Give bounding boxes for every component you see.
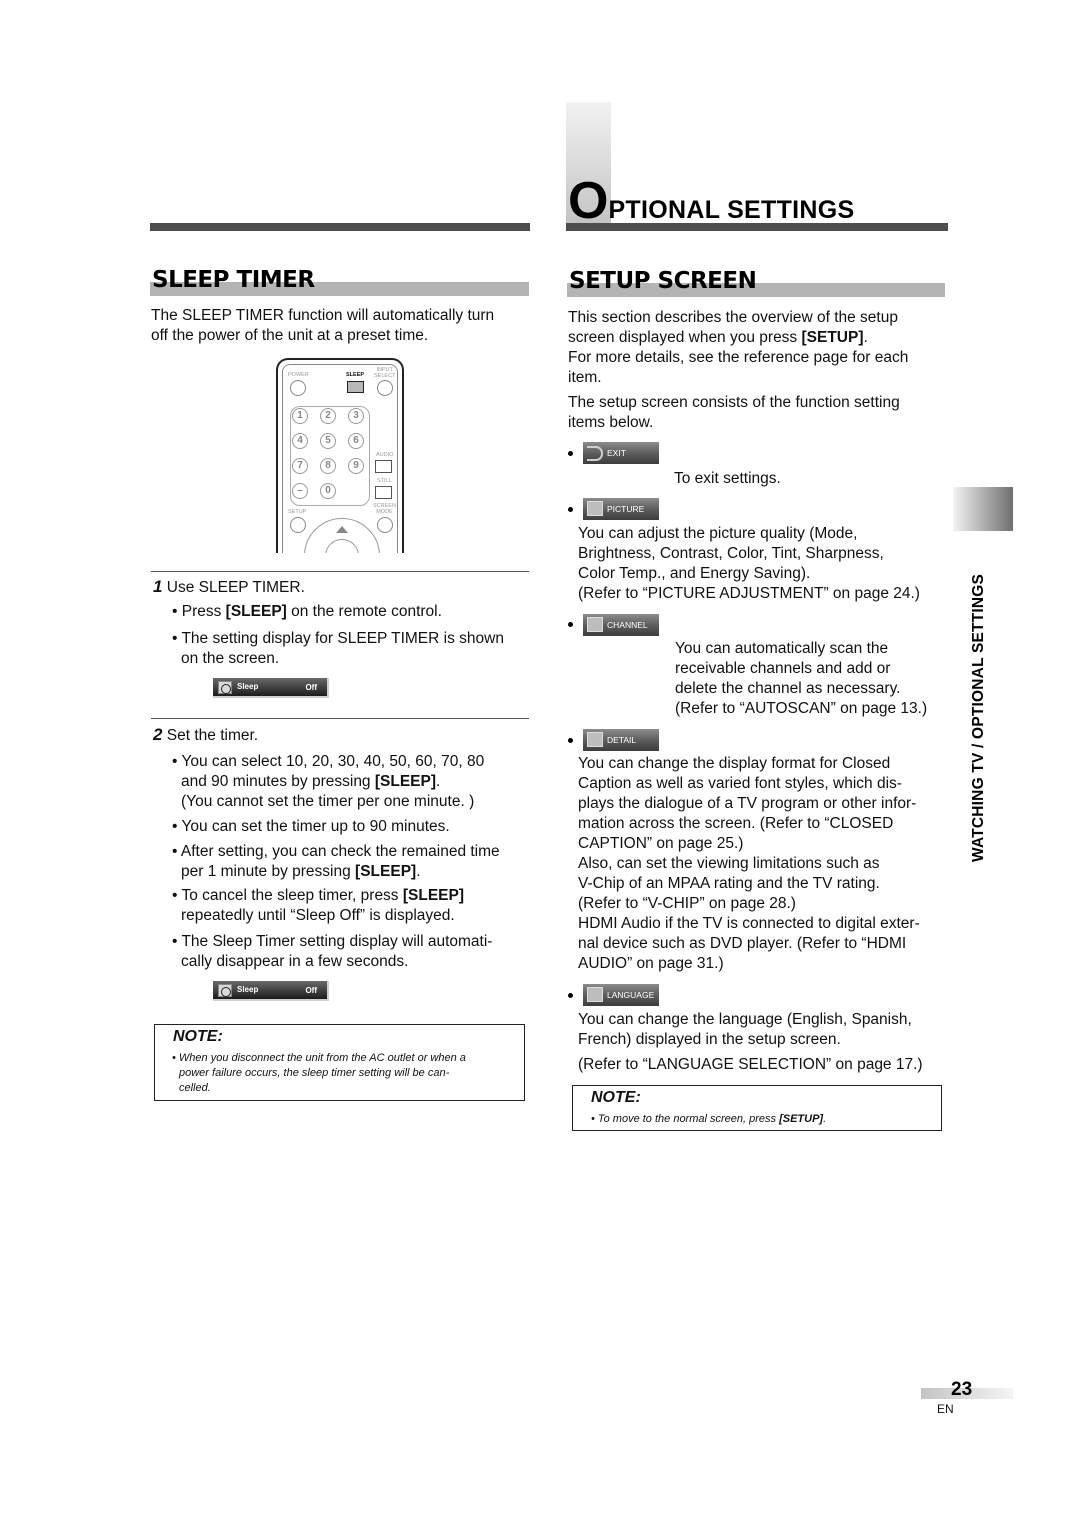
note-body: • To move to the normal screen, press [S… [591, 1113, 827, 1125]
section-side-tab [953, 487, 1013, 531]
osd-label: Sleep [237, 985, 259, 994]
page-title: OPTIONAL SETTINGS [568, 175, 855, 227]
channel-description: You can automatically scan the receivabl… [675, 640, 928, 717]
sleep-timer-heading: SLEEP TIMER [150, 266, 529, 296]
key-1: 1 [292, 408, 308, 424]
setup-screen-note: NOTE: • To move to the normal screen, pr… [572, 1085, 942, 1131]
key-8: 8 [320, 458, 336, 474]
detail-pages-icon [587, 732, 603, 747]
step-divider [151, 718, 529, 719]
screen-mode-label: SCREEN MODE [373, 503, 396, 515]
language-description: You can change the language (English, Sp… [578, 1011, 923, 1073]
channel-grid-icon [587, 617, 603, 632]
sleep-button [347, 381, 364, 393]
key-5: 5 [320, 433, 336, 449]
still-button [375, 486, 392, 499]
power-label: POWER [288, 372, 309, 378]
remote-control-illustration: POWER SLEEP INPUT SELECT 1 2 3 4 5 6 7 8… [276, 358, 404, 553]
sleep-timer-note: NOTE: • When you disconnect the unit fro… [154, 1024, 525, 1101]
up-arrow-icon [336, 526, 348, 533]
picture-icon [587, 501, 603, 516]
menu-item-language: LANGUAGE [583, 984, 659, 1006]
header-rule-left [150, 223, 530, 231]
key-7: 7 [292, 458, 308, 474]
step-number: 2 [153, 725, 163, 744]
language-icon [587, 987, 603, 1002]
step-divider [151, 571, 529, 572]
list-bullet [568, 622, 573, 627]
setup-screen-heading: SETUP SCREEN [567, 267, 945, 297]
section-side-label: WATCHING TV / OPTIONAL SETTINGS [970, 573, 987, 862]
key-9: 9 [348, 458, 364, 474]
page-title-rest: PTIONAL SETTINGS [608, 196, 855, 224]
page-number: 23 [951, 1379, 973, 1400]
step-1-bullet-2: • The setting display for SLEEP TIMER is… [172, 630, 504, 667]
step-number: 1 [153, 577, 163, 596]
list-bullet [568, 738, 573, 743]
clock-icon [218, 984, 232, 997]
page-language: EN [937, 1402, 954, 1416]
sleep-osd-display: Sleep Off [213, 678, 329, 698]
key-3: 3 [348, 408, 364, 424]
step-title: Use SLEEP TIMER. [166, 579, 305, 596]
osd-value: Off [305, 986, 317, 995]
setup-label: SETUP [288, 509, 307, 515]
menu-item-exit: EXIT [583, 442, 659, 464]
key-2: 2 [320, 408, 336, 424]
setup-screen-intro: This section describes the overview of t… [568, 309, 909, 431]
list-bullet [568, 451, 573, 456]
still-label: STILL [377, 478, 392, 484]
osd-label: Sleep [237, 682, 259, 691]
exit-description: To exit settings. [674, 470, 781, 487]
step-title: Set the timer. [166, 727, 259, 744]
sleep-timer-intro: The SLEEP TIMER function will automatica… [151, 307, 495, 344]
note-body: • When you disconnect the unit from the … [172, 1052, 466, 1094]
step-2-bullet-2: • You can set the timer up to 90 minutes… [172, 818, 450, 835]
input-select-label: INPUT SELECT [374, 367, 396, 379]
detail-description: You can change the display format for Cl… [578, 755, 920, 972]
step-2-bullet-3: • After setting, you can check the remai… [172, 843, 500, 880]
screen-mode-button [377, 517, 393, 533]
menu-item-picture: PICTURE [583, 498, 659, 520]
list-bullet [568, 507, 573, 512]
menu-item-channel: CHANNEL [583, 614, 659, 636]
input-select-button [377, 380, 393, 396]
audio-label: AUDIO [376, 452, 394, 458]
list-bullet [568, 993, 573, 998]
sleep-osd-display: Sleep Off [213, 981, 329, 1001]
step-1-bullet-1: • Press [SLEEP] on the remote control. [172, 603, 442, 620]
picture-description: You can adjust the picture quality (Mode… [578, 525, 920, 602]
header-rule-right [566, 223, 948, 231]
note-title: NOTE: [173, 1028, 223, 1045]
key-dash: – [292, 483, 308, 499]
setup-button [290, 517, 306, 533]
key-0: 0 [320, 483, 336, 499]
sleep-label: SLEEP [346, 372, 365, 378]
page-title-initial: O [568, 172, 609, 230]
osd-value: Off [305, 683, 317, 692]
key-4: 4 [292, 433, 308, 449]
note-title: NOTE: [591, 1089, 641, 1106]
power-button [290, 380, 306, 396]
clock-icon [218, 681, 232, 694]
step-2-bullet-1: • You can select 10, 20, 30, 40, 50, 60,… [172, 753, 485, 810]
audio-button [375, 460, 392, 473]
enter-button [325, 539, 359, 553]
step-2-bullet-5: • The Sleep Timer setting display will a… [172, 933, 493, 970]
step-2-bullet-4: • To cancel the sleep timer, press [SLEE… [172, 887, 465, 924]
menu-item-detail: DETAIL [583, 729, 659, 751]
step-2: 2 Set the timer. [153, 725, 258, 746]
key-6: 6 [348, 433, 364, 449]
step-1: 1 Use SLEEP TIMER. [153, 577, 305, 598]
exit-arrow-icon [587, 445, 603, 461]
